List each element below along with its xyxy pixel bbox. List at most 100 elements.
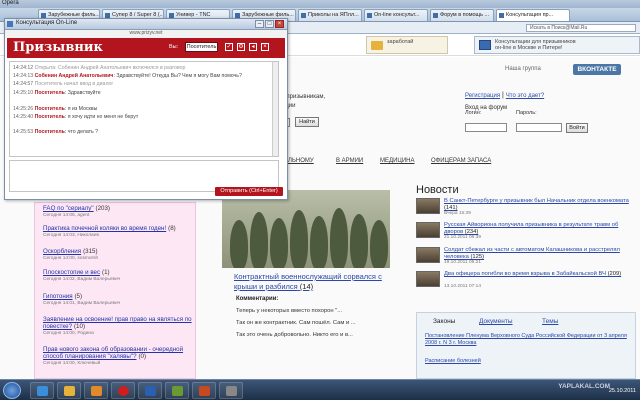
topic-item: Заявление на освоение! прав право на явл…: [43, 316, 193, 336]
news-thumbnail[interactable]: [416, 222, 440, 238]
topic-title[interactable]: Оскорбления: [43, 248, 81, 255]
login-title: Вход на форум: [465, 105, 508, 111]
topic-count: (10): [74, 323, 86, 330]
news-item: Два офицера погибли во время взрыва в За…: [416, 271, 636, 291]
msg-text: я из Москвы: [67, 106, 98, 112]
news-title-text[interactable]: В Санкт-Петербурге у призывник был Начал…: [444, 198, 629, 204]
taskbar-opera-icon[interactable]: [111, 382, 135, 399]
topic-title[interactable]: FAQ по "сериалу": [43, 205, 94, 212]
topic-count: (1): [102, 269, 110, 276]
register-link[interactable]: Регистрация: [465, 93, 500, 99]
comment-item[interactable]: Так это очень добровольно. Никто его и в…: [236, 332, 353, 338]
law-link[interactable]: Постановление Пленума Верховного Суда Ро…: [425, 333, 630, 347]
topic-title[interactable]: Прав нового закона об образовании - очер…: [43, 346, 183, 360]
taskbar-app-icon[interactable]: [192, 382, 216, 399]
browser-tab[interactable]: Форум в помощь ...: [430, 9, 494, 21]
login-button[interactable]: Войти: [566, 123, 588, 133]
news-heading: Новости: [416, 184, 459, 196]
forum-topics: FAQ по "сериалу" (203) Сегодня 14:05, ag…: [34, 202, 196, 379]
taskbar-app-icon[interactable]: [138, 382, 162, 399]
msg-time: 14:24:13: [13, 73, 34, 79]
topic-meta: Сегодня 14:00, Ключевый: [43, 361, 101, 366]
nav-item[interactable]: МЕДИЦИНА: [380, 158, 414, 164]
browser-tab[interactable]: On-line консульт...: [364, 9, 428, 21]
login-label: Логин:: [465, 110, 482, 116]
send-button[interactable]: Отправить (Ctrl+Enter): [215, 187, 283, 196]
close-chat-icon[interactable]: ×: [261, 43, 269, 51]
news-thumbnail[interactable]: [416, 198, 440, 214]
vk-button[interactable]: ВКОНТАКТЕ: [573, 64, 621, 75]
banner-consult[interactable]: Консультации для призывников он-line в М…: [474, 36, 640, 54]
tab-topics[interactable]: Темы: [542, 318, 558, 325]
partial-text: т призывникам, ации: [282, 93, 325, 111]
taskbar-app-icon[interactable]: [219, 382, 243, 399]
news-title[interactable]: Два офицера погибли во время взрыва в За…: [444, 271, 634, 278]
topic-count: (0): [138, 353, 147, 360]
start-button[interactable]: [3, 382, 21, 399]
article-photo[interactable]: [222, 190, 390, 268]
banner-earn[interactable]: заработай: [366, 36, 448, 54]
news-title-text[interactable]: Два офицера погибли во время взрыва в За…: [444, 271, 606, 277]
topic-title[interactable]: Практика почечной коляки во время годен!: [43, 225, 166, 232]
you-name-field[interactable]: Посетитель: [185, 42, 218, 52]
nav-item[interactable]: ОФИЦЕРАМ ЗАПАСА: [431, 158, 491, 164]
msg-author: Посетитель: [34, 129, 65, 135]
msg-author: Собенин Андрей Анатольевич: [34, 73, 114, 79]
site-search-button[interactable]: Найти: [295, 117, 319, 127]
browser-search-input[interactable]: Искать в Поиск@Mail.Ru: [526, 24, 636, 32]
taskbar-media-icon[interactable]: [84, 382, 108, 399]
chat-scrollbar[interactable]: [272, 62, 278, 156]
maximize-icon[interactable]: □: [265, 20, 274, 28]
msg-text: Посетитель начал ввод в диалог: [34, 81, 114, 87]
taskbar-clock[interactable]: 25.10.2011: [609, 388, 636, 394]
msg-author: Посетитель: [34, 114, 65, 120]
nav-item[interactable]: ЛЬНОМУ: [288, 158, 314, 164]
topic-title[interactable]: Гипотония: [43, 293, 73, 300]
browser-tab[interactable]: Приколы на ЯПлл...: [298, 9, 362, 21]
news-title[interactable]: Солдат сбежал из части с автоматом Калаш…: [444, 247, 634, 261]
minimize-icon[interactable]: –: [255, 20, 264, 28]
taskbar-explorer-icon[interactable]: [57, 382, 81, 399]
tab-laws[interactable]: Законы: [433, 318, 455, 325]
what-is-link[interactable]: Что это дает?: [506, 93, 544, 99]
news-thumbnail[interactable]: [416, 271, 440, 287]
chat-window-icon: [7, 21, 13, 27]
browser-tab-active[interactable]: Консультация пр...: [496, 9, 570, 21]
taskbar-ie-icon[interactable]: [30, 382, 54, 399]
news-item: Русская Айвориона получила призывника в …: [416, 222, 636, 242]
chat-message: 14:25:40 Посетитель: я хочу идти но меня…: [13, 114, 139, 120]
you-label: Вы:: [169, 44, 179, 50]
chat-window-title: Консультация On-Line: [16, 20, 78, 26]
article-title[interactable]: Контрактный военнослужащий сорвался с кр…: [234, 272, 394, 292]
topic-item: Гипотония (5) Сегодня 14:01, Вадим Валер…: [43, 293, 193, 306]
sound-icon[interactable]: ◂: [249, 43, 257, 51]
topic-title[interactable]: Плоскостопие и вес: [43, 269, 100, 276]
tab-documents[interactable]: Документы: [479, 318, 513, 325]
chat-titlebar[interactable]: Консультация On-Line – □ ×: [5, 19, 287, 30]
comment-item[interactable]: Так он же контрактник. Сам пошёл. Сам и …: [236, 320, 356, 326]
topic-count: (315): [83, 248, 98, 255]
news-title[interactable]: В Санкт-Петербурге у призывник был Начал…: [444, 198, 634, 212]
article-count: (14): [299, 282, 314, 291]
msg-time: 14:24:12: [13, 65, 34, 71]
partial-line: т призывникам,: [282, 94, 326, 100]
topic-meta: Сегодня 14:00, sosmorsh: [43, 256, 99, 261]
topic-item: Прав нового закона об образовании - очер…: [43, 346, 193, 366]
login-input[interactable]: [465, 123, 507, 132]
law-link[interactable]: Расписание болезней: [425, 358, 481, 364]
close-icon[interactable]: ×: [275, 20, 284, 28]
news-thumbnail[interactable]: [416, 247, 440, 263]
comment-item[interactable]: Теперь у некоторых вместо похорон "...: [236, 308, 342, 314]
settings-icon[interactable]: ⚙: [237, 43, 245, 51]
check-icon[interactable]: ✓: [225, 43, 233, 51]
topic-count: (5): [74, 293, 83, 300]
chat-header: Призывник Вы: Посетитель ✓ ⚙ ◂ ×: [7, 38, 285, 58]
topic-title[interactable]: Заявление на освоение! прав право на явл…: [43, 316, 192, 330]
comments-label: Комментарии:: [236, 296, 279, 302]
chat-message: 14:25:26 Посетитель: я из Москвы: [13, 106, 98, 112]
taskbar-app-icon[interactable]: [165, 382, 189, 399]
nav-item[interactable]: В АРМИИ: [336, 158, 363, 164]
news-count: (209): [607, 271, 622, 277]
password-input[interactable]: [516, 123, 562, 132]
news-title[interactable]: Русская Айвориона получила призывника в …: [444, 222, 634, 236]
